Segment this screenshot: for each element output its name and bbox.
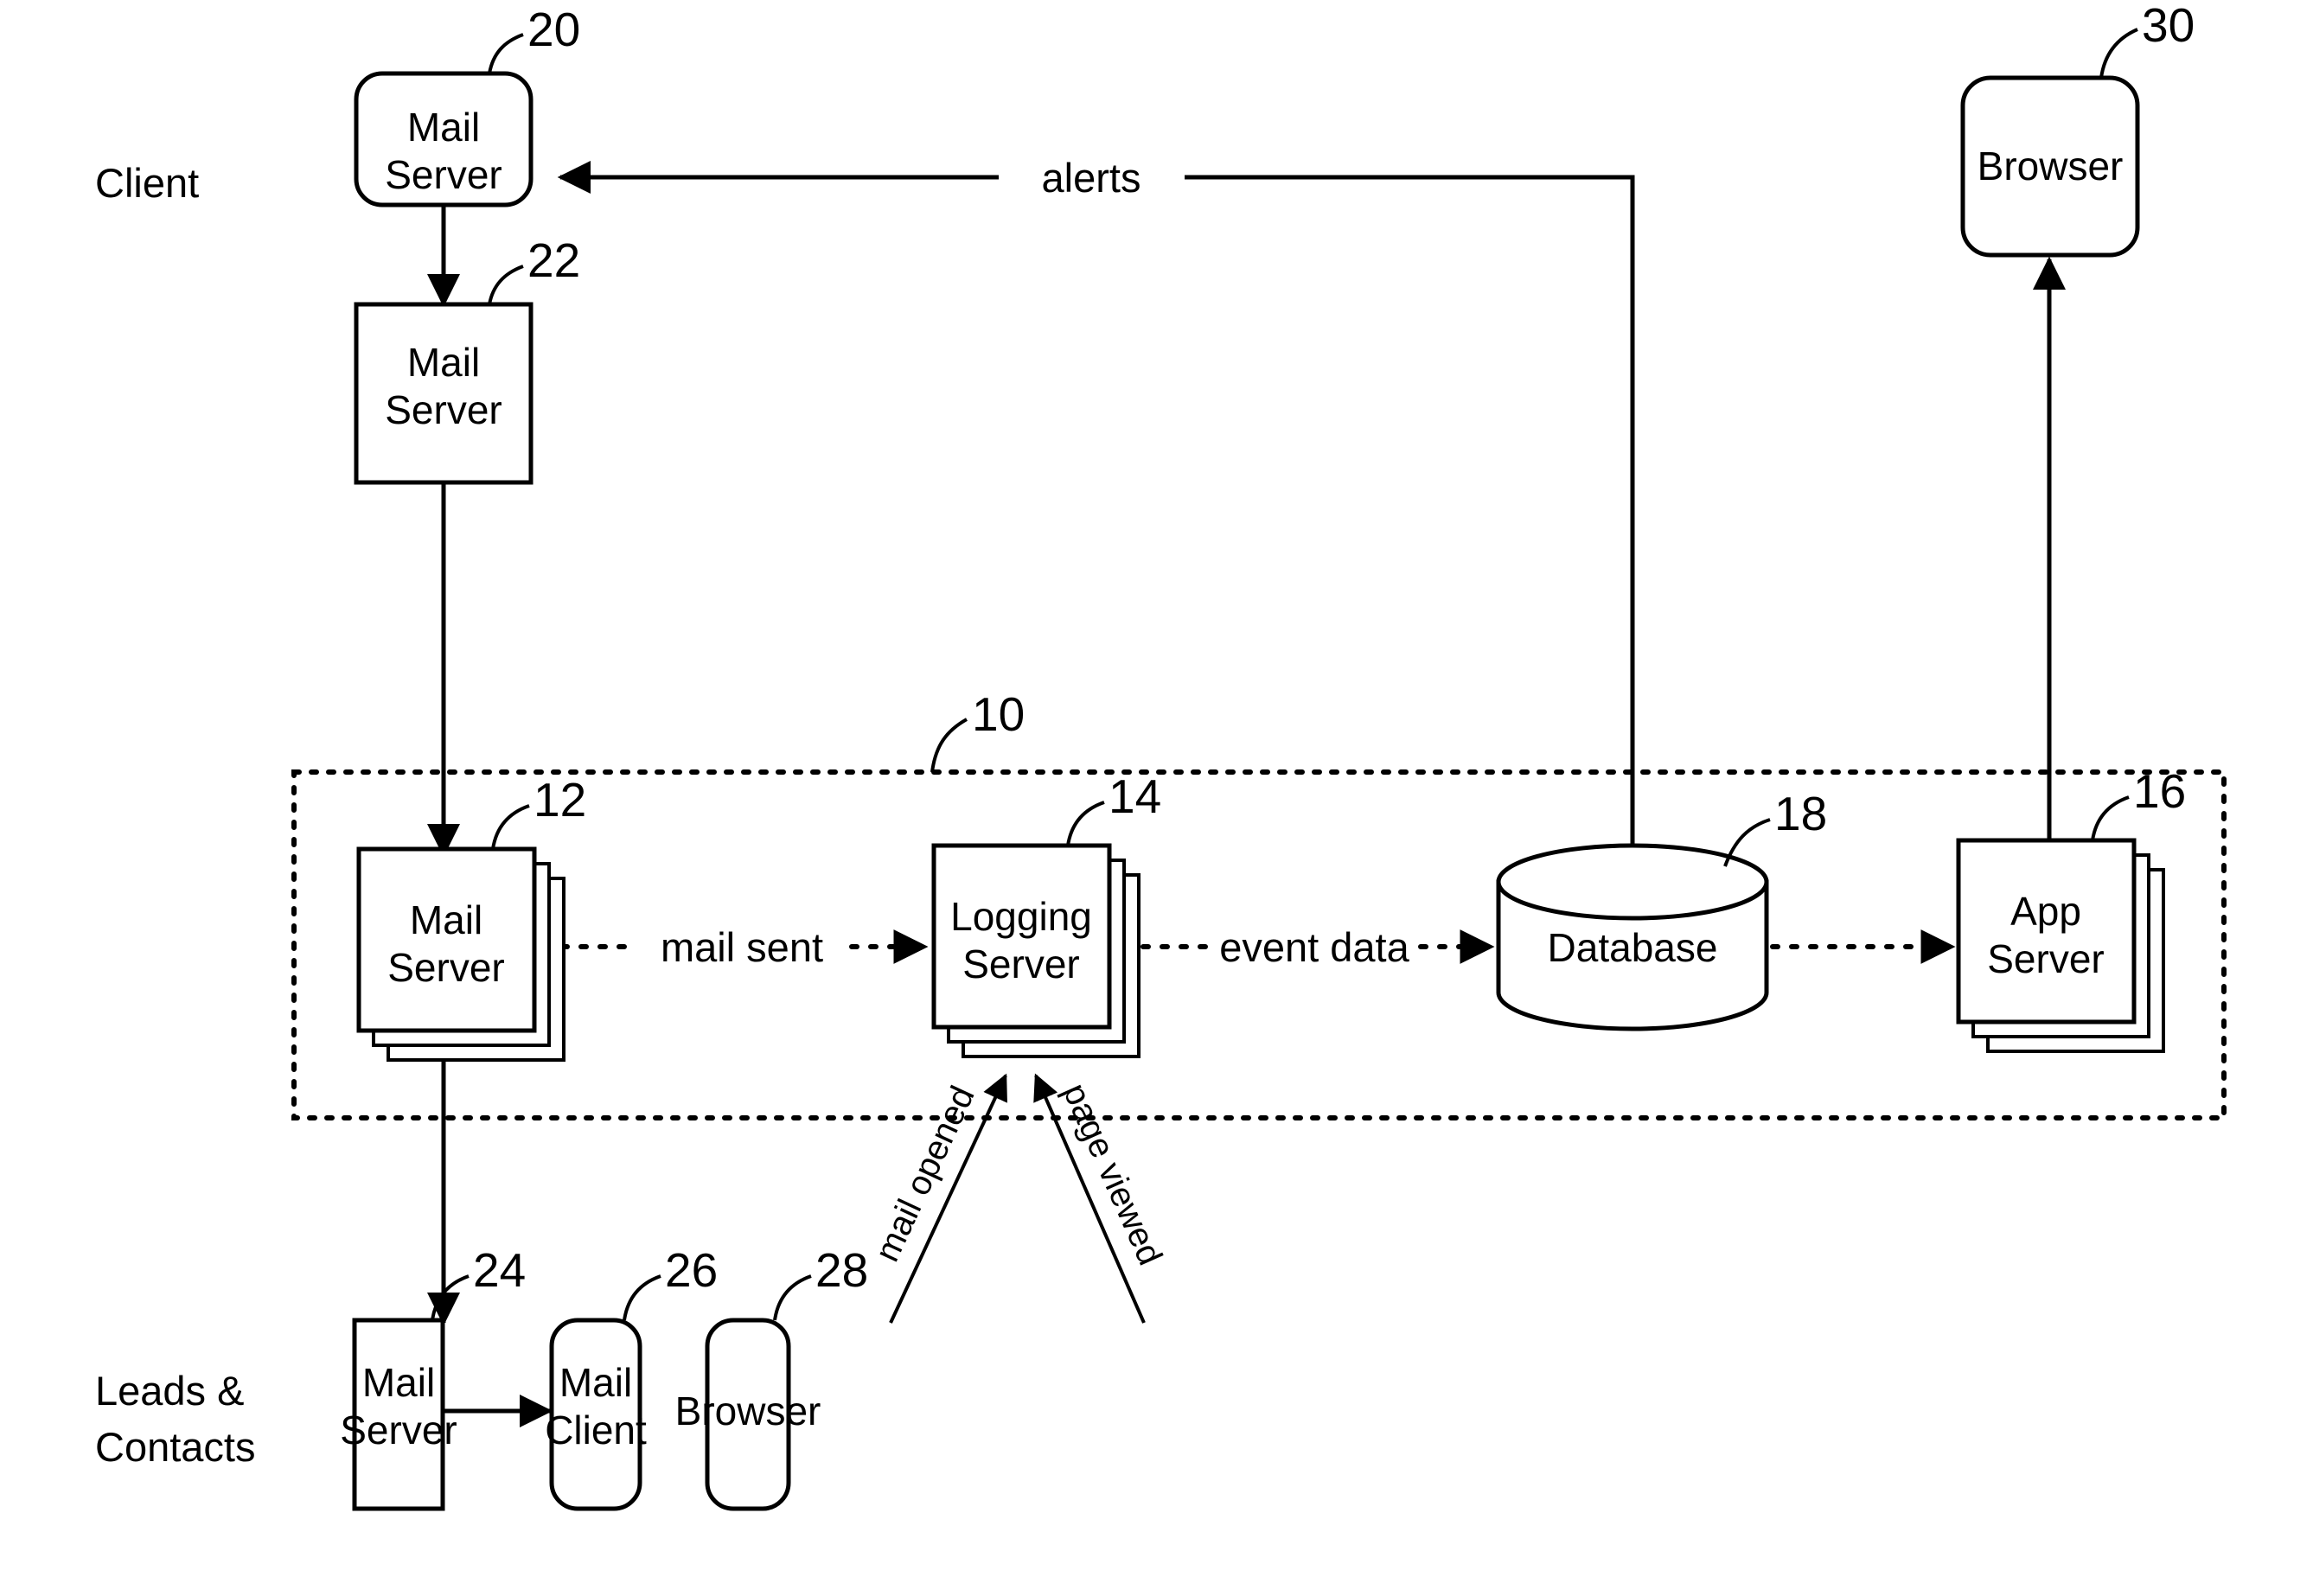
node-database-18[interactable]: Database 18 <box>1496 787 1827 1031</box>
ref-label-26: 26 <box>665 1243 718 1297</box>
edge-page-viewed-label: page viewed <box>1056 1078 1170 1271</box>
node-mail-server-22-line2: Server <box>385 387 502 432</box>
edge-alerts-path <box>557 161 1635 847</box>
node-mail-server-22[interactable]: Mail Server 22 <box>354 233 580 485</box>
node-database-18-top <box>1496 843 1769 921</box>
node-app-server-16[interactable]: App Server 16 <box>1956 764 2186 1053</box>
zone-label-client-text: Client <box>95 160 199 206</box>
node-browser-28-leader <box>773 1274 812 1321</box>
node-browser-28-label: Browser <box>675 1389 821 1433</box>
system-boundary-leader <box>930 718 968 773</box>
zone-label-leads-line2: Contacts <box>95 1424 255 1470</box>
node-logging-server-14[interactable]: Logging Server 14 <box>931 769 1161 1058</box>
node-mail-server-24-leader <box>431 1274 470 1321</box>
edge-mail-opened-label: mail opened <box>868 1081 982 1267</box>
node-mail-server-20-line1: Mail <box>407 105 480 150</box>
node-browser-30[interactable]: Browser 30 <box>1960 0 2195 258</box>
node-browser-30-label: Browser <box>1978 144 2124 188</box>
zone-label-client: Client <box>95 160 199 206</box>
node-mail-server-24-line1: Mail <box>362 1360 435 1405</box>
node-mail-server-20[interactable]: Mail Server 20 <box>354 3 580 207</box>
ref-label-14: 14 <box>1109 769 1161 823</box>
node-mail-server-22-line1: Mail <box>407 340 480 385</box>
edge-alerts-label: alerts <box>1042 155 1141 201</box>
node-browser-30-leader <box>2099 28 2138 79</box>
node-logging-server-14-line2: Server <box>962 942 1079 986</box>
edge-event-data-label: event data <box>1219 924 1409 970</box>
node-app-server-16-line1: App <box>2010 889 2081 934</box>
architecture-diagram-svg: Client Leads & Contacts 10 alerts mail s… <box>95 0 2227 1511</box>
edge-page-viewed: page viewed <box>1033 1073 1170 1324</box>
node-app-server-16-line2: Server <box>1987 936 2104 981</box>
ref-label-10: 10 <box>972 687 1025 741</box>
node-mail-server-22-leader <box>488 265 524 305</box>
ref-label-28: 28 <box>815 1243 868 1297</box>
node-mail-server-20-line2: Server <box>385 152 502 197</box>
system-boundary: 10 <box>291 687 2227 1120</box>
ref-label-30: 30 <box>2142 0 2195 52</box>
ref-label-24: 24 <box>473 1243 526 1297</box>
ref-label-12: 12 <box>534 773 586 827</box>
node-mail-server-12-line2: Server <box>387 945 504 990</box>
zone-label-leads-contacts: Leads & Contacts <box>95 1368 255 1470</box>
node-mail-client-26-line2: Client <box>545 1408 647 1452</box>
edge-event-data: event data <box>1121 924 1495 970</box>
edge-mail-sent: mail sent <box>540 924 929 970</box>
diagram-canvas: Client Leads & Contacts 10 alerts mail s… <box>0 0 2313 1596</box>
edge-mail-opened: mail opened <box>868 1073 1007 1324</box>
node-app-server-16-leader <box>2091 795 2130 841</box>
edge-mail-sent-label: mail sent <box>661 924 823 970</box>
node-mail-server-12-leader <box>491 804 530 850</box>
node-mail-server-12-line1: Mail <box>410 897 482 942</box>
edge-alerts: alerts <box>557 151 1635 847</box>
node-mail-server-12[interactable]: Mail Server 12 <box>356 773 586 1062</box>
node-database-18-label: Database <box>1548 925 1718 970</box>
node-mail-server-24-line2: Server <box>340 1408 457 1452</box>
node-logging-server-14-line1: Logging <box>950 894 1092 939</box>
node-mail-client-26-line1: Mail <box>559 1360 632 1405</box>
node-mail-client-26-leader <box>623 1274 661 1321</box>
ref-label-20: 20 <box>527 3 580 56</box>
ref-label-22: 22 <box>527 233 580 287</box>
node-mail-server-20-leader <box>488 33 524 74</box>
node-mail-server-24[interactable]: Mail Server 24 <box>340 1243 526 1511</box>
zone-label-leads-line1: Leads & <box>95 1368 244 1414</box>
node-mail-client-26[interactable]: Mail Client 26 <box>545 1243 718 1511</box>
node-logging-server-14-leader <box>1066 801 1105 846</box>
ref-label-16: 16 <box>2133 764 2186 818</box>
ref-label-18: 18 <box>1774 787 1827 840</box>
